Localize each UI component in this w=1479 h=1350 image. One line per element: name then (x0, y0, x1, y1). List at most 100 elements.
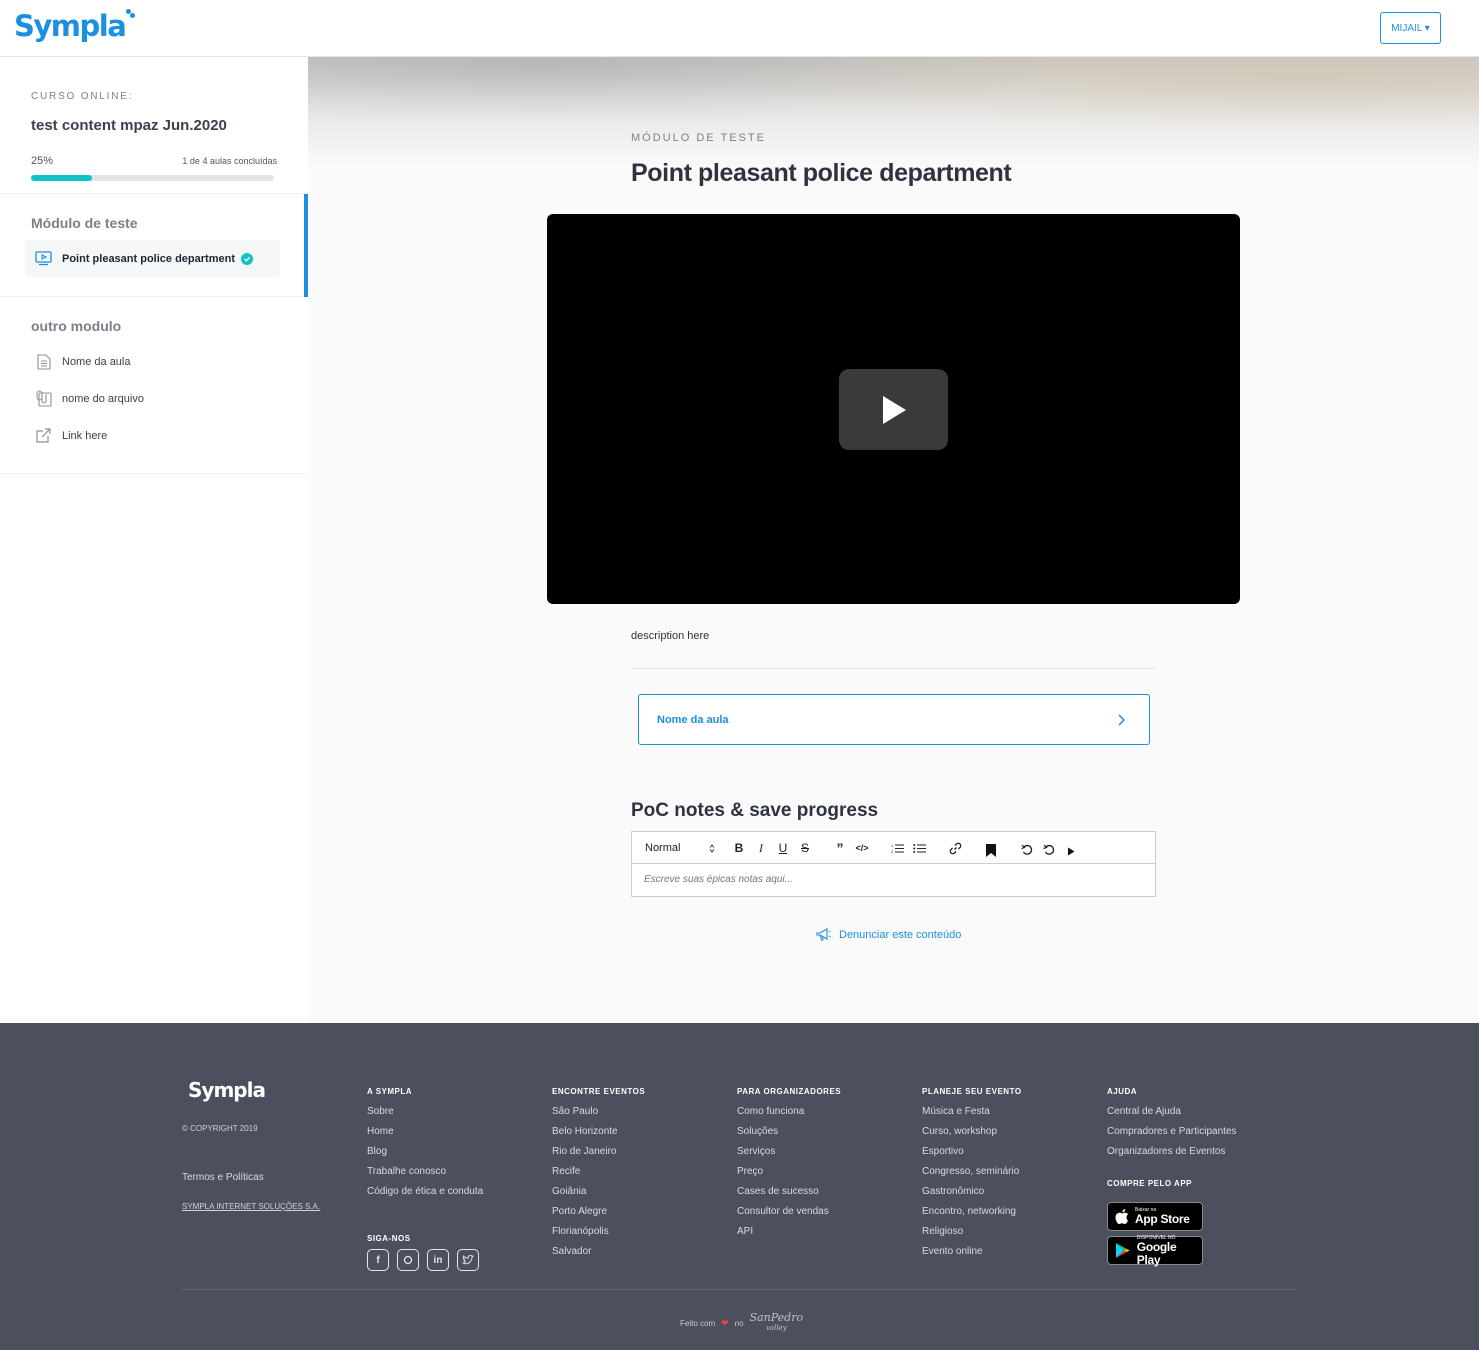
module-title: Módulo de teste (31, 215, 138, 231)
format-select[interactable]: Normal (645, 840, 715, 856)
footer-link[interactable]: Gastronômico (922, 1182, 1022, 1202)
footer-link[interactable]: Organizadores de Eventos (1107, 1142, 1237, 1162)
strikethrough-icon[interactable]: S (798, 840, 812, 856)
linkedin-icon[interactable]: in (427, 1249, 449, 1271)
copyright: © COPYRIGHT 2019 (182, 1124, 258, 1133)
notes-editor: Normal B I U S ” </> 12 Escreve suas épi… (631, 831, 1156, 897)
progress-count: 1 de 4 aulas concluídas (182, 156, 277, 166)
footer-link[interactable]: Serviços (737, 1142, 841, 1162)
code-block-icon[interactable]: </> (854, 840, 870, 856)
lesson-label: Link here (62, 429, 108, 442)
terms-link[interactable]: Termos e Políticas (182, 1172, 264, 1183)
chevron-right-icon (1118, 713, 1125, 726)
svg-text:2: 2 (891, 849, 894, 854)
bookmark-icon[interactable] (984, 842, 998, 858)
notes-input[interactable]: Escreve suas épicas notas aqui... (632, 864, 1155, 895)
underline-icon[interactable]: U (776, 840, 790, 856)
lesson-label: nome do arquivo (62, 392, 144, 405)
footer-column-ajuda: AJUDA Central de Ajuda Compradores e Par… (1107, 1087, 1237, 1162)
footer-link[interactable]: Sobre (367, 1102, 483, 1122)
footer-link[interactable]: Porto Alegre (552, 1202, 645, 1222)
bold-icon[interactable]: B (732, 840, 746, 856)
blockquote-icon[interactable]: ” (833, 840, 847, 856)
facebook-icon[interactable]: f (367, 1249, 389, 1271)
footer-link[interactable]: Florianópolis (552, 1222, 645, 1242)
footer-link[interactable]: Cases de sucesso (737, 1182, 841, 1202)
link-icon[interactable] (947, 840, 963, 856)
module-modulo-de-teste: Módulo de teste Point pleasant police de… (0, 194, 308, 297)
italic-icon[interactable]: I (754, 840, 768, 856)
lesson-point-pleasant[interactable]: Point pleasant police department (25, 240, 280, 277)
footer-column-title: A SYMPLA (367, 1087, 413, 1096)
report-content-link[interactable]: Denunciar este conteúdo (816, 928, 961, 941)
footer-link[interactable]: Blog (367, 1142, 483, 1162)
lesson-nome-do-arquivo[interactable]: nome do arquivo (25, 380, 280, 417)
progress-percent: 25% (31, 155, 54, 167)
footer-column-title: PARA ORGANIZADORES (737, 1087, 842, 1096)
footer-link[interactable]: Congresso, seminário (922, 1162, 1022, 1182)
twitter-icon[interactable] (457, 1249, 479, 1271)
footer-link[interactable]: Curso, workshop (922, 1122, 1022, 1142)
course-title: test content mpaz Jun.2020 (31, 117, 227, 134)
footer-link[interactable]: Salvador (552, 1242, 645, 1262)
ordered-list-icon[interactable]: 12 (889, 840, 905, 856)
next-lesson-card[interactable]: Nome da aula (638, 694, 1150, 745)
top-header: Sympla MIJAIL ▾ (0, 0, 1479, 57)
sanpedro-valley-logo[interactable]: SanPedro valley (750, 1312, 804, 1333)
footer-link[interactable]: Rio de Janeiro (552, 1142, 645, 1162)
bullet-list-icon[interactable] (911, 840, 927, 856)
course-summary: CURSO ONLINE: test content mpaz Jun.2020… (0, 57, 308, 194)
footer-column-planeje-seu-evento: PLANEJE SEU EVENTO Música e Festa Curso,… (922, 1087, 1022, 1262)
footer-link[interactable]: Encontro, networking (922, 1202, 1022, 1222)
external-link-icon (35, 427, 52, 444)
footer-link[interactable]: São Paulo (552, 1102, 645, 1122)
footer-link[interactable]: Evento online (922, 1242, 1022, 1262)
heart-icon: ❤ (721, 1317, 729, 1328)
footer-link[interactable]: API (737, 1222, 841, 1242)
footer-link[interactable]: Recife (552, 1162, 645, 1182)
progress-bar-fill (31, 175, 92, 181)
megaphone-icon (816, 928, 831, 941)
svg-text:1: 1 (891, 843, 894, 848)
footer-link[interactable]: Trabalhe conosco (367, 1162, 483, 1182)
footer-link[interactable]: Consultor de vendas (737, 1202, 841, 1222)
footer-link[interactable]: Soluções (737, 1122, 841, 1142)
undo-icon[interactable] (1020, 842, 1034, 858)
google-play-badge[interactable]: DISPONÍVEL NO Google Play (1107, 1235, 1203, 1266)
company-link[interactable]: SYMPLA INTERNET SOLUÇÕES S.A. (182, 1202, 320, 1211)
lesson-label: Nome da aula (62, 355, 131, 368)
redo-icon[interactable] (1042, 842, 1056, 858)
save-progress-play-icon[interactable] (1064, 843, 1078, 859)
course-label: CURSO ONLINE: (31, 91, 134, 102)
course-sidebar: CURSO ONLINE: test content mpaz Jun.2020… (0, 57, 308, 1023)
footer-link[interactable]: Como funciona (737, 1102, 841, 1122)
play-button[interactable] (839, 369, 948, 450)
footer-link[interactable]: Código de ética e conduta (367, 1182, 483, 1202)
footer-link[interactable]: Home (367, 1122, 483, 1142)
report-label: Denunciar este conteúdo (839, 928, 962, 941)
lesson-description: description here (631, 630, 710, 642)
footer-link[interactable]: Central de Ajuda (1107, 1102, 1237, 1122)
sympla-logo[interactable]: Sympla (14, 7, 136, 47)
lesson-nome-da-aula[interactable]: Nome da aula (25, 343, 280, 380)
footer-link[interactable]: Belo Horizonte (552, 1122, 645, 1142)
footer-link[interactable]: Música e Festa (922, 1102, 1022, 1122)
lesson-link-here[interactable]: Link here (25, 417, 280, 454)
google-play-icon (1115, 1243, 1130, 1258)
user-menu-button[interactable]: MIJAIL ▾ (1380, 12, 1441, 44)
next-lesson-label: Nome da aula (657, 713, 729, 726)
instagram-icon[interactable] (397, 1249, 419, 1271)
lesson-title: Point pleasant police department (631, 159, 1012, 187)
footer-link[interactable]: Esportivo (922, 1142, 1022, 1162)
footer-link[interactable]: Goiânia (552, 1182, 645, 1202)
footer-logo[interactable]: Sympla (188, 1078, 266, 1102)
footer-link[interactable]: Compradores e Participantes (1107, 1122, 1237, 1142)
footer-link[interactable]: Religioso (922, 1222, 1022, 1242)
app-store-badge[interactable]: Baixar na App Store (1107, 1202, 1203, 1231)
video-lesson-icon (35, 250, 52, 267)
video-player[interactable] (547, 214, 1240, 604)
footer-link[interactable]: Preço (737, 1162, 841, 1182)
play-icon (882, 395, 906, 424)
module-outro-modulo: outro modulo Nome da aula nome do arquiv… (0, 297, 308, 474)
social-links: f in (367, 1249, 479, 1271)
